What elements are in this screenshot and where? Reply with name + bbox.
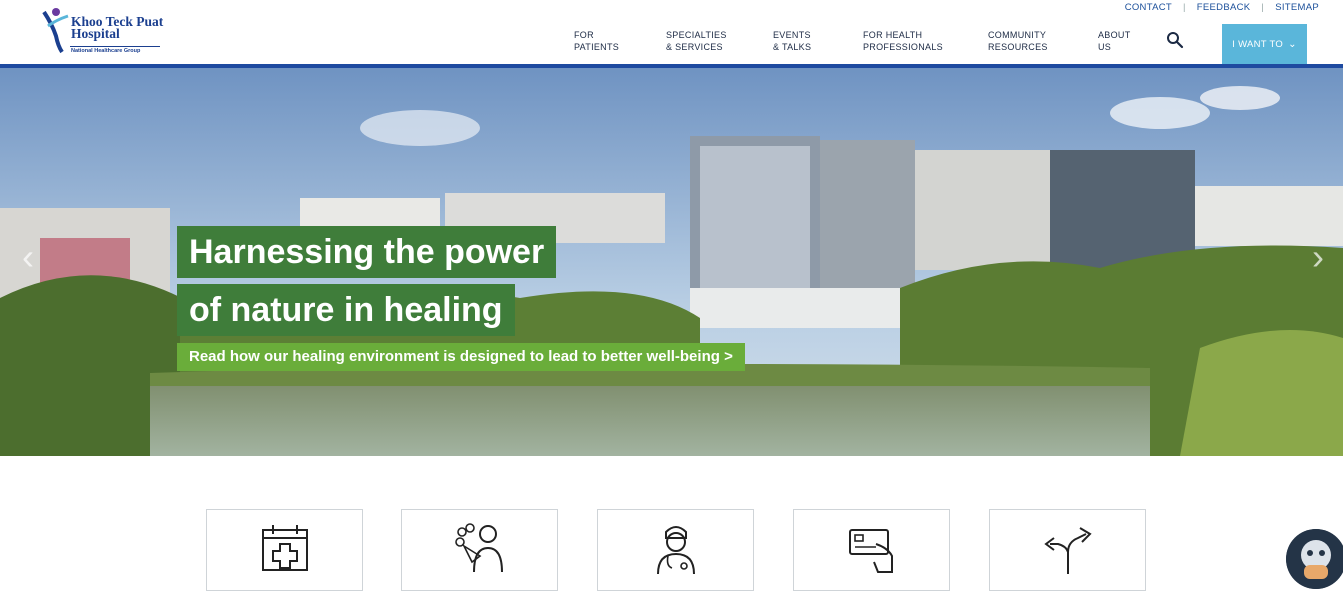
nav-label: & TALKS xyxy=(773,42,812,52)
utility-nav: CONTACT | FEEDBACK | SITEMAP xyxy=(1125,2,1319,13)
logo-divider xyxy=(70,46,160,47)
nav-label: PROFESSIONALS xyxy=(863,42,943,52)
quick-link-card[interactable] xyxy=(989,509,1146,591)
nav-label: RESOURCES xyxy=(988,42,1048,52)
sitemap-link[interactable]: SITEMAP xyxy=(1275,2,1319,13)
chatbot-launcher[interactable] xyxy=(1286,529,1343,589)
nav-label: ABOUT xyxy=(1098,30,1131,40)
nav-label: COMMUNITY xyxy=(988,30,1047,40)
nav-label: EVENTS xyxy=(773,30,811,40)
nav-label: PATIENTS xyxy=(574,42,620,52)
logo-name: Khoo Teck Puat Hospital xyxy=(71,14,164,41)
directions-icon xyxy=(1043,527,1092,574)
logo-figure-icon xyxy=(42,8,69,54)
feedback-link[interactable]: FEEDBACK xyxy=(1197,2,1251,13)
nav-label: US xyxy=(1098,42,1112,52)
nav-specialties-services[interactable]: SPECIALTIES & SERVICES xyxy=(666,29,727,53)
site-header: Khoo Teck Puat Hospital National Healthc… xyxy=(0,0,1343,64)
quick-link-card[interactable] xyxy=(206,509,363,591)
quick-links xyxy=(0,456,1343,591)
hero-headline-line1: Harnessing the power xyxy=(177,226,557,278)
carousel-next-icon[interactable]: › xyxy=(1312,236,1324,278)
separator: | xyxy=(1261,2,1265,13)
logo-group: National Healthcare Group xyxy=(71,48,141,54)
nav-about-us[interactable]: ABOUT US xyxy=(1098,29,1131,53)
search-icon[interactable] xyxy=(1166,31,1184,49)
nav-health-professionals[interactable]: FOR HEALTH PROFESSIONALS xyxy=(863,29,943,53)
doctor-icon xyxy=(656,526,695,574)
quick-link-card[interactable] xyxy=(401,509,558,591)
i-want-to-label: I WANT TO xyxy=(1232,38,1284,50)
chevron-down-icon: ⌄ xyxy=(1288,38,1297,50)
visitor-flowers-icon xyxy=(454,523,503,573)
contact-link[interactable]: CONTACT xyxy=(1125,2,1172,13)
nav-events-talks[interactable]: EVENTS & TALKS xyxy=(773,29,811,53)
i-want-to-button[interactable]: I WANT TO ⌄ xyxy=(1222,24,1307,64)
calendar-plus-icon xyxy=(261,525,308,571)
nav-for-patients[interactable]: FOR PATIENTS xyxy=(574,29,619,53)
hero-banner[interactable]: Harnessing the power of nature in healin… xyxy=(0,68,1343,456)
carousel-prev-icon[interactable]: ‹ xyxy=(22,236,34,278)
nav-community-resources[interactable]: COMMUNITY RESOURCES xyxy=(988,29,1048,53)
chatbot-avatar-icon xyxy=(1286,529,1343,589)
nav-label: & SERVICES xyxy=(666,42,723,52)
hospital-logo[interactable]: Khoo Teck Puat Hospital National Healthc… xyxy=(42,6,172,58)
nav-label: SPECIALTIES xyxy=(666,30,727,40)
hero-cta-link[interactable]: Read how our healing environment is desi… xyxy=(177,343,745,371)
hero-headline-line2: of nature in healing xyxy=(177,284,515,336)
payment-card-icon xyxy=(848,529,893,573)
separator: | xyxy=(1183,2,1186,13)
quick-link-card[interactable] xyxy=(793,509,950,591)
nav-label: FOR xyxy=(574,30,594,40)
quick-link-card[interactable] xyxy=(597,509,754,591)
nav-label: FOR HEALTH xyxy=(863,30,923,40)
